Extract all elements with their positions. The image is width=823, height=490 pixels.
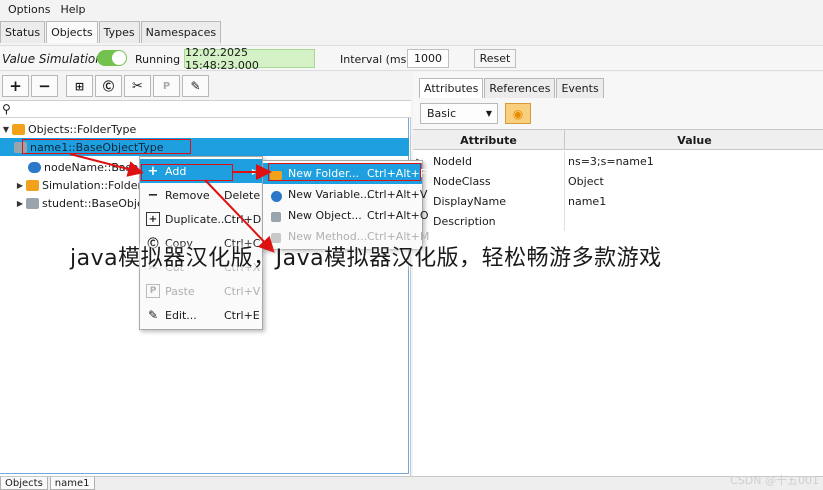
credit-watermark: CSDN @十五001 bbox=[730, 474, 819, 487]
column-value[interactable]: Value bbox=[566, 130, 823, 150]
bottom-tabs: Objects name1 bbox=[0, 476, 823, 490]
attribute-table: Attribute Value ▶NodeId ns=3;s=name1 Nod… bbox=[413, 129, 823, 476]
main-tabs: Status Objects Types Namespaces bbox=[0, 21, 222, 43]
tree-node-objects[interactable]: ▼ Objects::FolderType bbox=[0, 120, 409, 138]
attribute-name: NodeId bbox=[433, 154, 472, 168]
view-select-value: Basic bbox=[427, 107, 457, 120]
folder-icon bbox=[26, 179, 39, 191]
reset-button[interactable]: Reset bbox=[474, 49, 516, 68]
menu-options[interactable]: Options bbox=[8, 3, 50, 16]
object-icon bbox=[269, 210, 283, 224]
bottom-tab-name1[interactable]: name1 bbox=[49, 477, 95, 490]
remove-icon[interactable]: − bbox=[31, 75, 58, 97]
filter-icon[interactable]: ◉ bbox=[505, 103, 531, 124]
collapse-arrow-icon[interactable]: ▶ bbox=[14, 181, 26, 190]
table-row[interactable]: ▶Description bbox=[413, 211, 823, 231]
menu-item-new-variable[interactable]: New Variable... Ctrl+Alt+V bbox=[263, 184, 427, 205]
table-header: Attribute Value bbox=[413, 130, 823, 150]
simulation-time: 12.02.2025 15:48:23.000 bbox=[184, 46, 315, 72]
tree-node-label: student::BaseObject bbox=[42, 196, 155, 210]
folder-icon bbox=[12, 123, 25, 135]
bottom-tab-objects[interactable]: Objects bbox=[0, 477, 48, 490]
attribute-name: NodeClass bbox=[433, 174, 491, 188]
tree-node-label: Simulation::FolderTy bbox=[42, 178, 154, 192]
edit-icon[interactable]: ✎ bbox=[182, 75, 209, 97]
annotation-box-new-folder bbox=[268, 163, 421, 181]
search-icon: ⚲ bbox=[2, 102, 11, 116]
tab-namespaces[interactable]: Namespaces bbox=[140, 21, 222, 43]
variable-icon bbox=[269, 189, 283, 203]
menu-item-remove[interactable]: − Remove Delete bbox=[140, 183, 262, 207]
collapse-arrow-icon[interactable]: ▶ bbox=[14, 199, 26, 208]
submenu-arrow-icon: ▶ bbox=[251, 166, 258, 176]
tree-toolbar: + − ⊞ Ⓒ ✂ P ✎ bbox=[0, 72, 411, 100]
menu-bar: Options Help bbox=[0, 0, 823, 18]
menu-item-new-object[interactable]: New Object... Ctrl+Alt+O bbox=[263, 205, 429, 226]
minus-icon: − bbox=[147, 187, 159, 203]
tab-events[interactable]: Events bbox=[556, 78, 604, 98]
simulation-label: Value Simulation bbox=[2, 52, 103, 66]
table-row[interactable]: ▶NodeId ns=3;s=name1 bbox=[413, 151, 823, 171]
view-select[interactable]: Basic ▼ bbox=[420, 103, 498, 124]
add-icon[interactable]: + bbox=[2, 75, 29, 97]
tab-attributes[interactable]: Attributes bbox=[419, 78, 484, 98]
chevron-down-icon: ▼ bbox=[485, 109, 492, 118]
attribute-value: Object bbox=[568, 174, 604, 188]
cut-icon[interactable]: ✂ bbox=[124, 75, 151, 97]
tab-types[interactable]: Types bbox=[98, 21, 140, 43]
overlay-caption: java模拟器汉化版，Java模拟器汉化版，轻松畅游多款游戏 bbox=[70, 246, 662, 271]
tree-search[interactable]: ⚲ bbox=[0, 100, 411, 118]
duplicate-icon[interactable]: ⊞ bbox=[66, 75, 93, 97]
simulation-bar: Value Simulation Running 12.02.2025 15:4… bbox=[0, 45, 823, 72]
attributes-pane: Attributes References Events Basic ▼ ◉ A… bbox=[413, 72, 823, 476]
interval-input[interactable]: 1000 bbox=[407, 49, 449, 68]
menu-help[interactable]: Help bbox=[60, 3, 85, 16]
menu-item-edit[interactable]: ✎ Edit... Ctrl+E bbox=[140, 303, 262, 327]
tab-objects[interactable]: Objects bbox=[46, 21, 98, 43]
annotation-box-add bbox=[141, 164, 233, 181]
simulation-toggle[interactable] bbox=[97, 50, 127, 66]
annotation-box-node bbox=[22, 139, 191, 154]
paste-icon[interactable]: P bbox=[153, 75, 180, 97]
attribute-name: DisplayName bbox=[433, 194, 506, 208]
duplicate-icon: + bbox=[146, 212, 160, 226]
variable-icon bbox=[28, 161, 41, 173]
tab-references[interactable]: References bbox=[484, 78, 556, 98]
edit-icon: ✎ bbox=[147, 308, 159, 322]
simulation-state: Running bbox=[135, 53, 181, 66]
attribute-value: name1 bbox=[568, 194, 607, 208]
menu-item-duplicate[interactable]: + Duplicate... Ctrl+D bbox=[140, 207, 262, 231]
object-icon bbox=[26, 197, 39, 209]
menu-item-paste[interactable]: P Paste Ctrl+V bbox=[140, 279, 262, 303]
paste-icon: P bbox=[146, 284, 160, 298]
table-row[interactable]: NodeClass Object bbox=[413, 171, 823, 191]
toolbar-separator bbox=[60, 75, 64, 97]
interval-label: Interval (ms): bbox=[340, 53, 415, 66]
tab-status[interactable]: Status bbox=[0, 21, 46, 43]
attribute-value: ns=3;s=name1 bbox=[568, 154, 654, 168]
attribute-name: Description bbox=[433, 214, 496, 228]
expand-arrow-icon[interactable]: ▼ bbox=[0, 125, 12, 134]
table-row[interactable]: ▶DisplayName name1 bbox=[413, 191, 823, 211]
tree-node-label: Objects::FolderType bbox=[28, 122, 137, 136]
right-tabs: Attributes References Events bbox=[419, 78, 605, 98]
copy-icon[interactable]: Ⓒ bbox=[95, 75, 122, 97]
column-attribute[interactable]: Attribute bbox=[413, 130, 565, 150]
